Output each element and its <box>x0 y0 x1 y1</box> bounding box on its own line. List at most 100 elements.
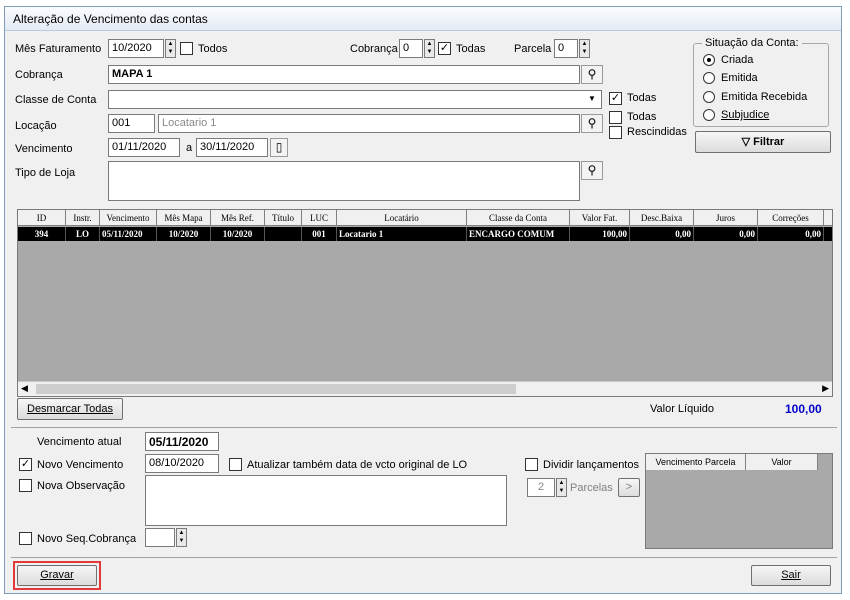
cobranca-num-label: Cobrança <box>350 43 398 55</box>
locacao-label: Locação <box>15 120 57 132</box>
classe-label: Classe de Conta <box>15 94 97 106</box>
cobranca-todas-checkbox[interactable]: ✓ <box>438 42 451 55</box>
cell-juros: 0,00 <box>694 227 758 241</box>
gravar-button[interactable]: Gravar <box>17 565 97 586</box>
col-header-valor-fat[interactable]: Valor Fat. <box>570 210 630 226</box>
nova-observacao-textarea[interactable] <box>145 475 507 526</box>
situacao-option-criada: Criada <box>721 54 754 66</box>
todos-checkbox[interactable] <box>180 42 193 55</box>
cobranca-num-input[interactable]: 0 <box>399 39 423 58</box>
situacao-option-subjudice: Subjudice <box>721 109 770 121</box>
grid-horizontal-scrollbar[interactable]: ◀ ▶ <box>18 381 832 396</box>
tipo-loja-box[interactable] <box>108 161 580 201</box>
novo-vencimento-checkbox[interactable]: ✓ <box>19 458 32 471</box>
mes-faturamento-input[interactable]: 10/2020 <box>108 39 164 58</box>
locacao-code-input[interactable]: 001 <box>108 114 155 133</box>
table-row[interactable]: 394 LO 05/11/2020 10/2020 10/2020 001 Lo… <box>18 227 832 241</box>
col-header-vencimento[interactable]: Vencimento <box>100 210 157 226</box>
vencimento-to-input[interactable]: 30/11/2020 <box>196 138 268 157</box>
cell-vencimento: 05/11/2020 <box>100 227 157 241</box>
col-header-mes-mapa[interactable]: Mês Mapa <box>157 210 211 226</box>
novo-vencimento-label: Novo Vencimento <box>37 459 124 471</box>
novo-seq-spinner[interactable]: ▲ ▼ <box>176 528 187 547</box>
parcelas-next-button[interactable]: > <box>618 478 640 497</box>
classe-todas-label: Todas <box>627 92 657 104</box>
filtrar-button[interactable]: ▽ Filtrar <box>695 131 831 153</box>
results-grid[interactable]: ID Instr. Vencimento Mês Mapa Mês Ref. T… <box>17 209 833 397</box>
dividir-checkbox[interactable] <box>525 458 538 471</box>
parcelas-spinner[interactable]: ▲ ▼ <box>556 478 567 497</box>
desmarcar-todas-button[interactable]: Desmarcar Todas <box>17 398 123 420</box>
scrollbar-thumb[interactable] <box>36 384 516 394</box>
parcela-spinner[interactable]: ▲ ▼ <box>579 39 590 58</box>
col-header-luc[interactable]: LUC <box>302 210 337 226</box>
cobranca-num-spinner[interactable]: ▲ ▼ <box>424 39 435 58</box>
parcela-label: Parcela <box>514 43 552 55</box>
divider <box>11 427 837 428</box>
col-header-id[interactable]: ID <box>18 210 66 226</box>
situacao-radio-subjudice[interactable] <box>703 109 715 121</box>
filtrar-label: Filtrar <box>753 136 785 148</box>
parcela-input[interactable]: 0 <box>554 39 578 58</box>
col-header-juros[interactable]: Juros <box>694 210 758 226</box>
locacao-name-input[interactable]: Locatario 1 <box>158 114 580 133</box>
cell-mes-ref: 10/2020 <box>211 227 265 241</box>
col-header-valor[interactable]: Valor <box>746 454 818 470</box>
nova-observacao-checkbox[interactable] <box>19 479 32 492</box>
cell-locatario: Locatario 1 <box>337 227 467 241</box>
nova-observacao-label: Nova Observação <box>37 480 126 492</box>
calendar-page-icon[interactable]: ▯ <box>270 138 288 157</box>
scroll-right-arrow-icon[interactable]: ▶ <box>822 383 829 394</box>
novo-seq-checkbox[interactable] <box>19 532 32 545</box>
parcelas-input[interactable]: 2 <box>527 478 555 497</box>
cell-valor-fat: 100,00 <box>570 227 630 241</box>
situacao-title: Situação da Conta: <box>702 37 802 49</box>
parcelas-grid[interactable]: Vencimento Parcela Valor <box>645 453 833 549</box>
sair-button[interactable]: Sair <box>751 565 831 586</box>
col-header-correcoes[interactable]: Correções <box>758 210 824 226</box>
locacao-todas-checkbox[interactable] <box>609 111 622 124</box>
cobranca-input[interactable]: MAPA 1 <box>108 65 580 84</box>
vencimento-sep: a <box>186 142 193 154</box>
situacao-radio-emitida[interactable] <box>703 72 715 84</box>
valor-liquido-value: 100,00 <box>785 402 822 416</box>
chevron-down-icon[interactable]: ▼ <box>588 94 596 103</box>
cell-instr: LO <box>66 227 100 241</box>
classe-select[interactable] <box>108 90 602 109</box>
novo-seq-input[interactable] <box>145 528 175 547</box>
col-header-locatario[interactable]: Locatário <box>337 210 467 226</box>
situacao-radio-criada[interactable] <box>703 54 715 66</box>
classe-todas-checkbox[interactable]: ✓ <box>609 92 622 105</box>
cobranca-label: Cobrança <box>15 69 63 81</box>
col-header-instr[interactable]: Instr. <box>66 210 100 226</box>
scroll-left-arrow-icon[interactable]: ◀ <box>21 383 28 394</box>
mes-faturamento-spinner[interactable]: ▲ ▼ <box>165 39 176 58</box>
novo-vencimento-input[interactable]: 08/10/2020 <box>145 454 219 473</box>
vencimento-from-input[interactable]: 01/11/2020 <box>108 138 180 157</box>
col-header-titulo[interactable]: Título <box>265 210 302 226</box>
col-header-vencimento-parcela[interactable]: Vencimento Parcela <box>646 454 746 470</box>
cobranca-search-binoculars-icon[interactable]: ⚲ <box>581 65 603 84</box>
atualizar-checkbox[interactable] <box>229 458 242 471</box>
novo-seq-label: Novo Seq.Cobrança <box>37 533 137 545</box>
parcelas-label: Parcelas <box>570 482 613 494</box>
col-header-classe-conta[interactable]: Classe da Conta <box>467 210 570 226</box>
situacao-radio-emitida-recebida[interactable] <box>703 91 715 103</box>
vencimento-label: Vencimento <box>15 143 73 155</box>
col-header-mes-ref[interactable]: Mês Ref. <box>211 210 265 226</box>
col-header-desc-baixa[interactable]: Desc.Baixa <box>630 210 694 226</box>
dividir-label: Dividir lançamentos <box>543 459 639 471</box>
locacao-search-binoculars-icon[interactable]: ⚲ <box>581 114 603 133</box>
rescindidas-checkbox[interactable] <box>609 126 622 139</box>
vencimento-atual-label: Vencimento atual <box>37 436 122 448</box>
main-window: Alteração de Vencimento das contas Mês F… <box>4 6 842 594</box>
cell-desc-baixa: 0,00 <box>630 227 694 241</box>
funnel-icon: ▽ <box>741 136 754 148</box>
tipo-loja-search-binoculars-icon[interactable]: ⚲ <box>581 161 603 180</box>
divider-footer <box>11 557 837 558</box>
vencimento-atual-value: 05/11/2020 <box>145 432 219 451</box>
valor-liquido-label: Valor Líquido <box>650 403 715 415</box>
atualizar-label: Atualizar também data de vcto original d… <box>247 459 468 471</box>
todos-label: Todos <box>198 43 228 55</box>
window-title: Alteração de Vencimento das contas <box>13 12 208 26</box>
